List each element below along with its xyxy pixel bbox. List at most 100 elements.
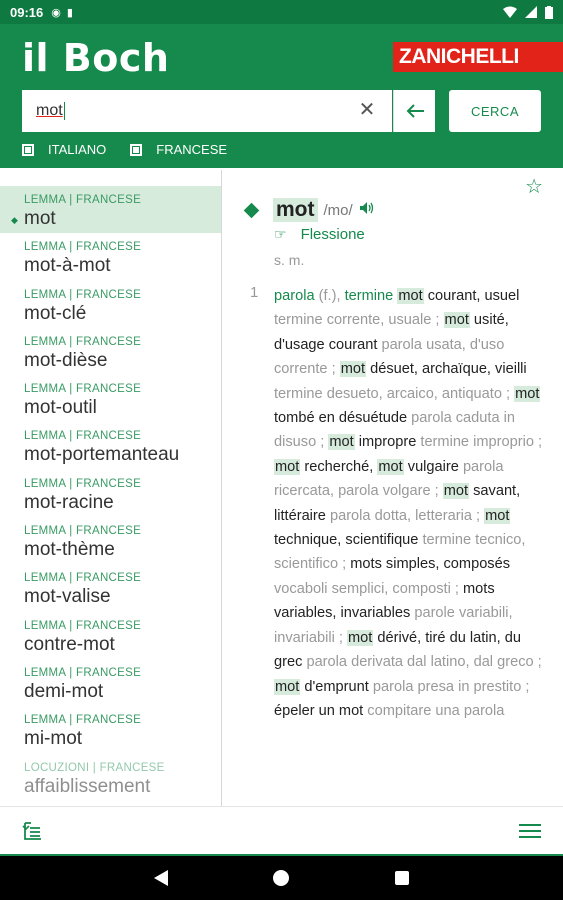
sense-fragment: impropre — [354, 434, 421, 451]
lemma-word: affaiblissement — [24, 775, 151, 797]
nav-home-icon[interactable] — [273, 870, 289, 886]
sense-fragment: ; — [533, 434, 543, 451]
diamond-icon — [243, 202, 260, 218]
grammar-label: s. m. — [274, 252, 305, 268]
highlighted-term: mot — [328, 434, 355, 451]
wifi-icon — [503, 6, 517, 18]
lemma-item[interactable]: LEMMA | FRANCESE mot-dièse — [0, 328, 221, 375]
app-title: il Boch — [22, 36, 170, 80]
lemma-word: mot — [24, 208, 56, 229]
clear-search-button[interactable]: ✕ — [356, 99, 378, 121]
lemma-item[interactable]: LEMMA | FRANCESE mot-à-mot — [0, 233, 221, 280]
search-input[interactable]: mot ✕ — [22, 90, 392, 132]
lemma-word: mot-clé — [24, 302, 87, 324]
sense-fragment: termine corrente, usuale — [274, 312, 432, 329]
sense-fragment: parola dotta, letteraria — [329, 507, 472, 524]
filter-label: FRANCESE — [156, 142, 228, 157]
sense-text: parola (f.), termine mot courant, usuel … — [274, 284, 550, 723]
lemma-word: mot-valise — [24, 586, 111, 608]
battery-icon — [545, 5, 553, 19]
sense-fragment: vulgaire — [403, 458, 463, 475]
speaker-icon[interactable] — [359, 201, 375, 220]
sense-fragment: parola derivata dal latino, dal greco — [306, 654, 534, 671]
sense-fragment: courant, usuel — [423, 288, 520, 304]
lemma-item[interactable]: LEMMA | FRANCESE mi-mot — [0, 706, 221, 753]
translation-link[interactable]: parola — [274, 288, 315, 304]
headword: mot — [273, 198, 318, 222]
lemma-list[interactable]: ◆ LEMMA | FRANCESE mot LEMMA | FRANCESE mot-… — [0, 186, 221, 800]
lemma-item[interactable]: LEMMA | FRANCESE mot-thème — [0, 517, 221, 564]
lemma-item[interactable]: LEMMA | FRANCESE mot-valise — [0, 564, 221, 611]
sense-fragment: termine desueto, arcaico, antiquato — [274, 385, 502, 402]
pointing-hand-icon: ☞ — [274, 226, 287, 242]
entry-panel[interactable]: ☆ mot /mo/ ☞ Flessione s. m. 1 parola (f… — [222, 170, 563, 806]
nav-back-icon[interactable] — [154, 870, 168, 891]
headword-row: mot /mo/ — [243, 198, 375, 222]
lemma-tag: LEMMA | FRANCESE — [24, 666, 142, 679]
storage-icon: ▮ — [66, 6, 73, 19]
publisher-logo: ZANICHELLI — [393, 42, 563, 72]
flexion-label: Flessione — [300, 226, 365, 243]
lemma-tag: LEMMA | FRANCESE — [24, 241, 142, 254]
lemma-item[interactable]: LEMMA | FRANCESE mot-outil — [0, 375, 221, 422]
lemma-item[interactable]: LEMMA | FRANCESE demi-mot — [0, 659, 221, 706]
lemma-word: demi-mot — [24, 680, 104, 702]
lemma-tag: LEMMA | FRANCESE — [24, 477, 142, 490]
lemma-item[interactable]: LOCUZIONI | FRANCESE affaiblissement — [0, 754, 221, 800]
lemma-tag: LEMMA | FRANCESE — [24, 194, 142, 206]
lemma-word: mi-mot — [24, 728, 83, 750]
lemma-tag: LEMMA | FRANCESE — [24, 335, 142, 348]
sense-fragment: ; — [450, 580, 463, 597]
fade-overlay — [222, 736, 563, 806]
favorite-star-icon[interactable]: ☆ — [525, 174, 543, 199]
lemma-item[interactable]: LEMMA | FRANCESE mot-racine — [0, 470, 221, 517]
history-list-icon[interactable] — [22, 820, 44, 847]
app-header: il Boch ZANICHELLI mot ✕ CERCA ITALIANO … — [0, 24, 563, 168]
sense-fragment: (f.), — [314, 288, 345, 304]
sense-fragment: ; — [431, 312, 444, 329]
lemma-tag: LOCUZIONI | FRANCESE — [24, 761, 165, 774]
flexion-link[interactable]: ☞ Flessione — [274, 226, 365, 243]
selected-bullet-icon: ◆ — [11, 215, 18, 225]
lemma-tag: LEMMA | FRANCESE — [24, 383, 142, 396]
back-arrow-button[interactable] — [393, 90, 435, 132]
lemma-tag: LEMMA | FRANCESE — [24, 430, 142, 443]
checkbox-francese[interactable] — [130, 143, 143, 156]
sense-fragment: désuet, archaïque, vieilli — [366, 361, 527, 378]
search-input-value[interactable]: mot — [36, 102, 63, 120]
sense-fragment: recherché, — [300, 458, 378, 475]
filter-italiano[interactable]: ITALIANO — [22, 142, 106, 157]
lemma-word: mot-racine — [24, 491, 114, 513]
signal-icon — [525, 6, 537, 18]
nav-recents-icon[interactable] — [395, 871, 409, 885]
sense-fragment: ; — [471, 507, 485, 524]
text-caret — [63, 102, 65, 120]
sense-fragment: ; — [430, 483, 443, 500]
lemma-word: contre-mot — [24, 633, 115, 655]
sense-fragment: parola presa in prestito — [372, 678, 522, 695]
highlighted-term: mot — [339, 361, 367, 378]
lemma-tag: LEMMA | FRANCESE — [24, 572, 142, 585]
sense-fragment: épeler un mot — [274, 702, 368, 719]
status-time: 09:16 — [10, 4, 44, 20]
sense-fragment: termine improprio — [420, 434, 534, 451]
highlighted-term: mot — [442, 483, 470, 500]
highlighted-term: mot — [274, 458, 301, 475]
sense-fragment: tombé en désuétude — [274, 410, 412, 427]
lemma-item[interactable]: ◆ LEMMA | FRANCESE mot — [0, 186, 221, 234]
lemma-word: mot-outil — [24, 397, 97, 419]
system-nav-bar — [0, 856, 563, 900]
translation-link[interactable]: termine — [345, 288, 394, 304]
highlighted-term: mot — [397, 288, 424, 304]
lemma-item[interactable]: LEMMA | FRANCESE mot-clé — [0, 281, 221, 328]
language-filters: ITALIANO FRANCESE — [22, 142, 251, 157]
lemma-word: mot-à-mot — [24, 255, 111, 277]
lemma-item[interactable]: LEMMA | FRANCESE mot-portemanteau — [0, 422, 221, 469]
sense-fragment: technique, scientifique — [274, 532, 423, 549]
lemma-tag: LEMMA | FRANCESE — [24, 288, 142, 301]
filter-francese[interactable]: FRANCESE — [130, 142, 227, 157]
menu-icon[interactable] — [519, 823, 541, 844]
search-button[interactable]: CERCA — [449, 90, 541, 132]
lemma-item[interactable]: LEMMA | FRANCESE contre-mot — [0, 612, 221, 659]
checkbox-italiano[interactable] — [22, 143, 34, 156]
